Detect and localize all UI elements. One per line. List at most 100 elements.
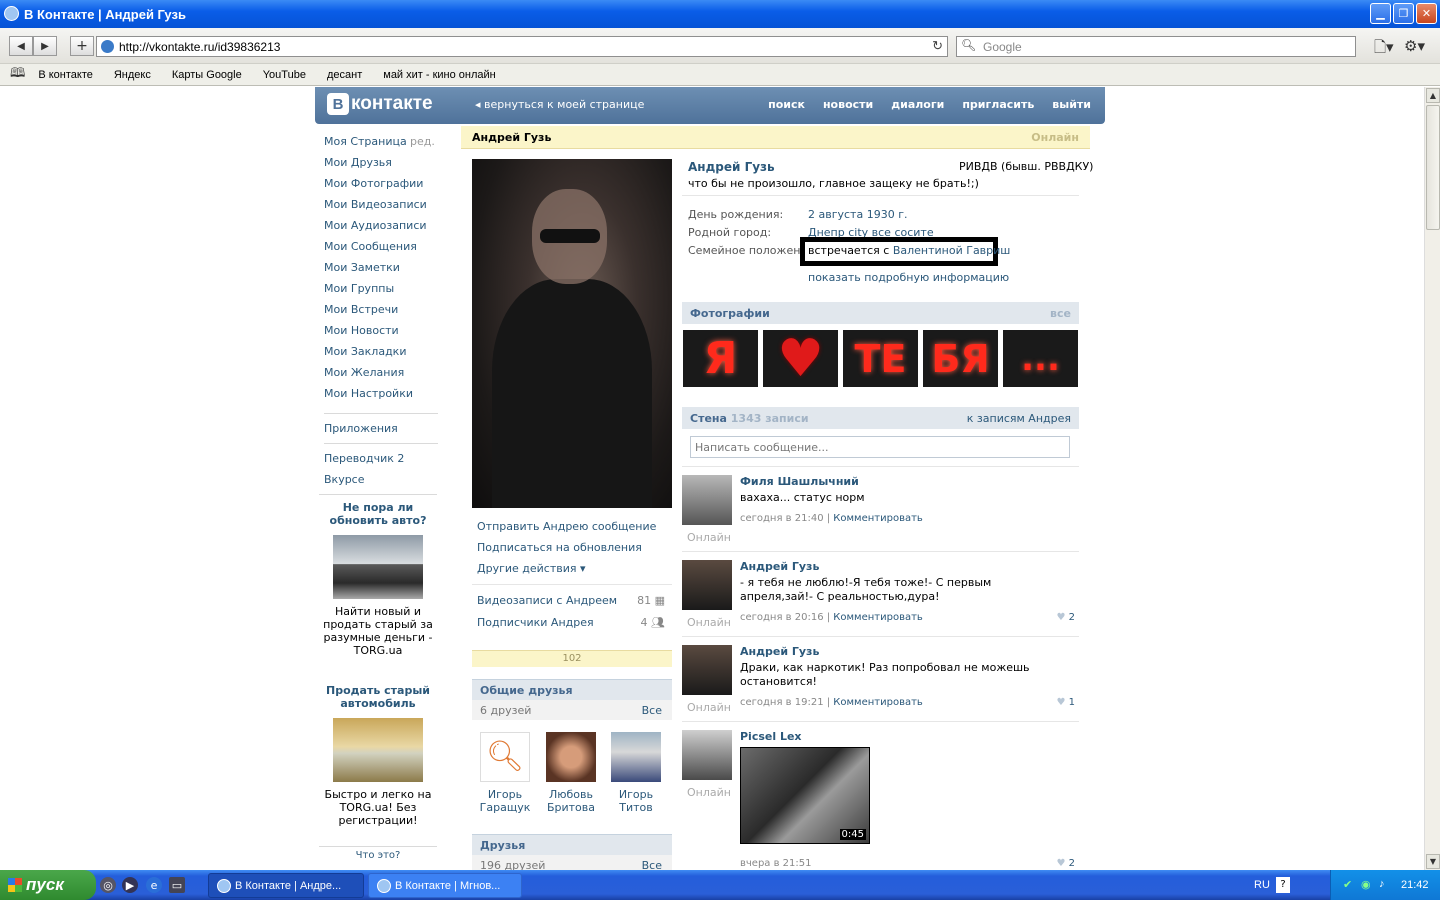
close-button[interactable]: ✕ — [1416, 3, 1437, 24]
ad-block[interactable]: Продать старый автомобиль Быстро и легко… — [319, 684, 437, 827]
post-author[interactable]: Picsel Lex — [740, 730, 802, 743]
bookmark-item[interactable]: десант — [327, 69, 362, 81]
photo-thumb[interactable]: ♥ — [763, 329, 838, 389]
menu-item[interactable]: Мои Друзья — [324, 156, 438, 177]
language-indicator[interactable]: RU — [1254, 879, 1270, 891]
ad-title[interactable]: Не пора ли обновить авто? — [319, 501, 437, 527]
video-attachment[interactable]: 0:45 — [740, 747, 870, 844]
ad-title[interactable]: Продать старый автомобиль — [319, 684, 437, 710]
action-subscribe[interactable]: Подписаться на обновления — [477, 541, 642, 554]
taskbar-window[interactable]: В Контакте | Андре... — [208, 873, 364, 898]
menu-item-apps[interactable]: Приложения — [324, 422, 438, 443]
bookmark-item[interactable]: Яндекс — [114, 69, 151, 81]
videos-link[interactable]: Видеозаписи с Андреем 81 ▦ — [477, 594, 665, 607]
comment-link[interactable]: Комментировать — [833, 612, 923, 623]
post-author[interactable]: Филя Шашлычний — [740, 475, 859, 488]
start-button[interactable]: пуск — [0, 870, 96, 900]
post-author[interactable]: Андрей Гузь — [740, 645, 819, 658]
friends-title[interactable]: Друзья — [472, 834, 672, 855]
nav-dialogs[interactable]: диалоги — [891, 98, 944, 111]
show-more-info[interactable]: показать подробную информацию — [808, 271, 1009, 284]
subscribers-link[interactable]: Подписчики Андрея 4 👥︎ — [477, 616, 665, 629]
menu-item[interactable]: Мои Желания — [324, 366, 438, 387]
scroll-down-icon[interactable]: ▼ — [1426, 854, 1440, 869]
nav-news[interactable]: новости — [823, 98, 873, 111]
media-player-icon[interactable]: ▶ — [122, 877, 138, 893]
nav-invite[interactable]: пригласить — [962, 98, 1034, 111]
comment-link[interactable]: Комментировать — [833, 513, 923, 524]
common-friends-all[interactable]: Все — [642, 704, 662, 717]
menu-item[interactable]: Мои Фотографии — [324, 177, 438, 198]
ad-image[interactable] — [333, 718, 423, 782]
help-icon[interactable]: ? — [1276, 877, 1290, 893]
friend-card[interactable]: Любовь Бритова — [541, 732, 601, 814]
photo-thumb[interactable]: ... — [1003, 330, 1078, 387]
menu-item[interactable]: Мои Закладки — [324, 345, 438, 366]
bookmark-item[interactable]: YouTube — [263, 69, 306, 81]
menu-item[interactable]: Мои Сообщения — [324, 240, 438, 261]
post-author[interactable]: Андрей Гузь — [740, 560, 819, 573]
forward-button[interactable]: ▶ — [33, 36, 57, 56]
tray-icon[interactable]: ✔ — [1343, 878, 1352, 891]
ie-icon[interactable]: e — [146, 877, 162, 893]
nav-logout[interactable]: выйти — [1052, 98, 1091, 111]
scroll-thumb[interactable] — [1426, 105, 1440, 230]
page-menu-icon[interactable]: 🗋▾ — [1374, 37, 1394, 62]
desktop-icon[interactable]: ▭ — [169, 877, 185, 893]
avatar[interactable] — [682, 560, 732, 610]
gear-icon[interactable]: ⚙▾ — [1404, 37, 1425, 55]
photos-all-link[interactable]: все — [1050, 307, 1071, 320]
profile-school[interactable]: РИВДВ (бывш. РВВДКУ) — [959, 160, 1093, 173]
bookmark-item[interactable]: В контакте — [38, 69, 93, 81]
friend-card[interactable]: Игорь Титов — [606, 732, 666, 814]
bookmark-item[interactable]: Карты Google — [172, 69, 242, 81]
comment-link[interactable]: Комментировать — [833, 697, 923, 708]
address-bar[interactable]: http://vkontakte.ru/id39836213 ↻ — [96, 36, 948, 57]
volume-icon[interactable]: ♪ — [1379, 878, 1385, 890]
friend-card[interactable]: 🔍︎ Игорь Гаращук — [475, 732, 535, 814]
vk-logo[interactable]: B контакте — [327, 93, 433, 115]
photo-thumb[interactable]: БЯ — [923, 330, 998, 387]
ad-block[interactable]: Не пора ли обновить авто? Найти новый и … — [319, 501, 437, 657]
avatar[interactable] — [682, 730, 732, 780]
like-button[interactable]: ♥ 2 — [1056, 858, 1075, 869]
menu-item[interactable]: Мои Настройки — [324, 387, 438, 408]
photo-thumb[interactable]: Я — [683, 330, 758, 387]
reload-icon[interactable]: ↻ — [932, 38, 943, 54]
quicklaunch-icon[interactable]: ◎ — [100, 877, 116, 893]
common-friends-title[interactable]: Общие друзья — [472, 679, 672, 700]
page-scrollbar[interactable]: ▲ ▼ — [1424, 87, 1440, 870]
menu-item[interactable]: Мои Заметки — [324, 261, 438, 282]
menu-item-app[interactable]: Вкурсе — [324, 473, 438, 494]
menu-item-app[interactable]: Переводчик 2 — [324, 452, 438, 473]
wall-all-link[interactable]: к записям Андрея — [967, 412, 1071, 425]
profile-photo[interactable] — [472, 159, 672, 508]
new-tab-button[interactable]: + — [70, 36, 94, 56]
like-button[interactable]: ♥ 1 — [1056, 697, 1075, 708]
action-send-message[interactable]: Отправить Андрею сообщение — [477, 520, 656, 533]
relation-partner-link[interactable]: Валентиной Гавриш — [893, 244, 1011, 257]
bookmark-item[interactable]: май хит - кино онлайн — [383, 69, 496, 81]
search-input[interactable]: 🔍︎ Google — [956, 36, 1356, 57]
wall-post-input[interactable]: Написать сообщение... — [690, 436, 1070, 458]
like-button[interactable]: ♥ 2 — [1056, 612, 1075, 623]
avatar[interactable] — [682, 645, 732, 695]
menu-item[interactable]: Мои Новости — [324, 324, 438, 345]
nav-search[interactable]: поиск — [768, 98, 805, 111]
friends-all[interactable]: Все — [642, 859, 662, 870]
back-to-my-page-link[interactable]: ◂ вернуться к моей странице — [475, 98, 644, 111]
menu-item[interactable]: Мои Группы — [324, 282, 438, 303]
menu-item[interactable]: Мои Видеозаписи — [324, 198, 438, 219]
menu-item[interactable]: Мои Аудиозаписи — [324, 219, 438, 240]
avatar[interactable] — [682, 475, 732, 525]
edit-link[interactable]: ред. — [410, 135, 435, 148]
birthday-value[interactable]: 2 августа 1930 г. — [808, 208, 907, 221]
back-button[interactable]: ◀ — [9, 36, 33, 56]
action-more[interactable]: Другие действия ▾ — [477, 562, 586, 575]
ads-what-link[interactable]: Что это? — [319, 850, 437, 861]
maximize-button[interactable]: ❐ — [1393, 3, 1414, 24]
photo-thumb[interactable]: ТЕ — [843, 330, 918, 387]
minimize-button[interactable]: ▁ — [1370, 3, 1391, 24]
taskbar-window[interactable]: В Контакте | Мгнов... — [368, 873, 522, 898]
ad-image[interactable] — [333, 535, 423, 599]
